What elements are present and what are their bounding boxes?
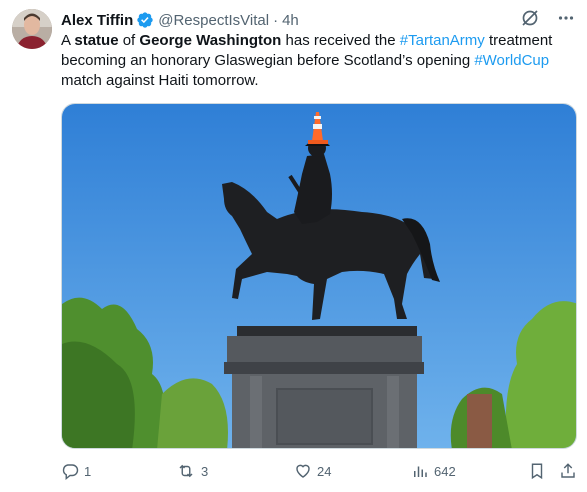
more-icon[interactable] [557, 9, 575, 27]
tweet-text: A statue of George Washington has receiv… [61, 31, 576, 91]
avatar-image [12, 9, 52, 49]
tweet-actions: 1 3 24 642 [61, 459, 577, 485]
tweet-text-part: A [61, 32, 75, 49]
tweet-text-part: match against Haiti tomorrow. [61, 72, 259, 89]
tweet-text-bold: George Washington [139, 32, 282, 49]
hashtag-link[interactable]: #WorldCup [474, 52, 549, 69]
tweet-header: Alex Tiffin @RespectIsVital · 4h [61, 9, 575, 31]
tweet-text-part: of [118, 32, 140, 49]
views-button[interactable]: 642 [411, 462, 456, 480]
repost-icon [179, 464, 193, 478]
post-time[interactable]: 4h [282, 12, 299, 29]
separator-dot: · [273, 11, 279, 29]
like-button[interactable]: 24 [294, 462, 331, 480]
grok-icon[interactable] [521, 9, 539, 27]
hashtag-link[interactable]: #TartanArmy [400, 32, 485, 49]
views-icon [414, 466, 427, 477]
header-actions [521, 9, 575, 27]
tweet-text-part: has received the [281, 32, 400, 49]
bookmark-button[interactable] [528, 462, 546, 480]
tweet-text-bold: statue [74, 32, 119, 49]
like-icon [296, 464, 310, 478]
bookmark-icon [531, 463, 543, 480]
tweet-media-photo[interactable] [61, 103, 577, 449]
verified-badge-icon [137, 12, 153, 28]
like-count: 24 [317, 463, 332, 479]
author-name[interactable]: Alex Tiffin [61, 12, 133, 29]
avatar[interactable] [12, 9, 52, 49]
reply-button[interactable]: 1 [61, 462, 91, 480]
share-button[interactable] [559, 462, 577, 480]
reply-icon [62, 464, 79, 480]
views-count: 642 [434, 463, 456, 479]
share-icon [561, 463, 575, 478]
repost-count: 3 [201, 463, 209, 479]
author-handle[interactable]: @RespectIsVital [158, 12, 269, 29]
statue-photo [62, 104, 576, 448]
repost-button[interactable]: 3 [176, 462, 208, 480]
reply-count: 1 [84, 463, 92, 479]
